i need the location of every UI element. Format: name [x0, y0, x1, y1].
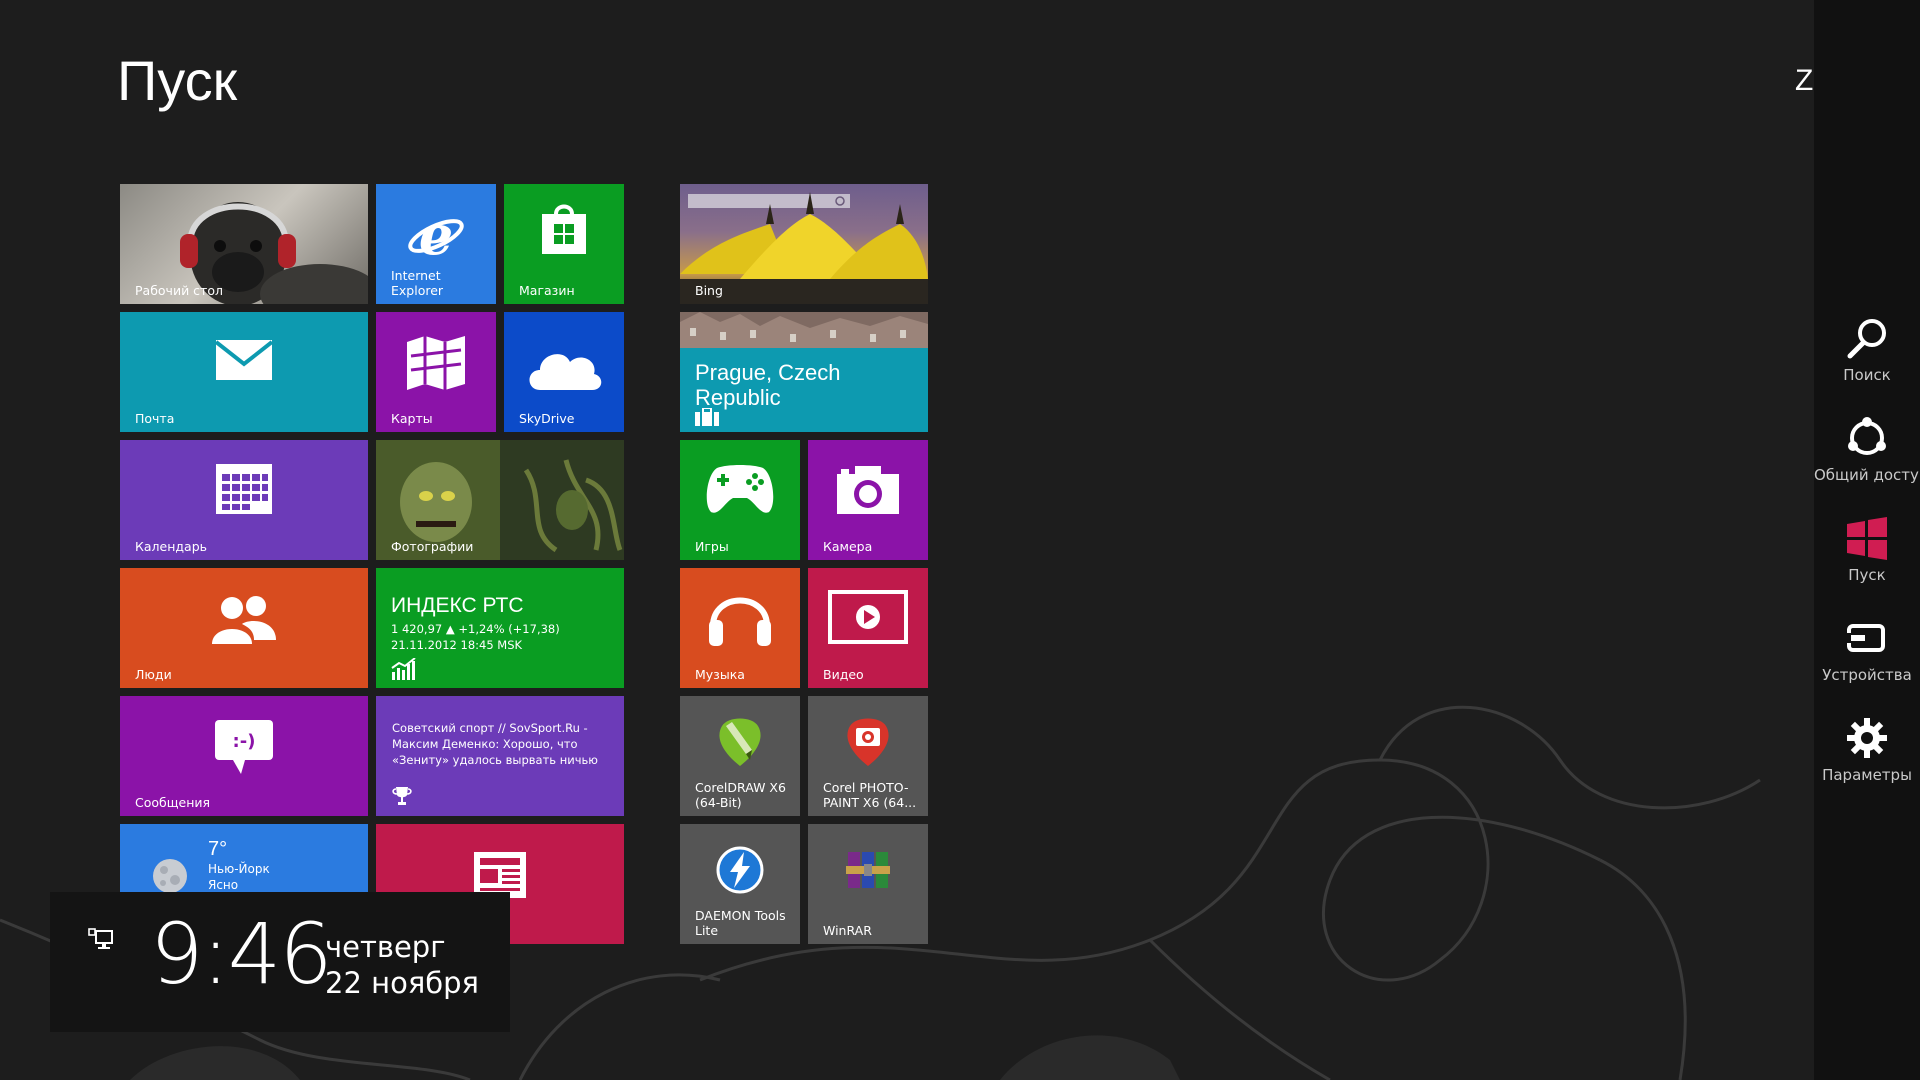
tile-label: Рабочий стол [135, 283, 223, 298]
weather-city: Нью-Йорк [208, 862, 270, 876]
cloud-icon [529, 354, 602, 390]
maps-icon [407, 336, 465, 390]
tile-label: Музыка [695, 667, 745, 682]
tile-games[interactable]: Игры [680, 440, 800, 560]
travel-destination: Prague, Czech Republic [695, 360, 841, 410]
game-controller-icon [706, 465, 774, 513]
tile-label: Internet Explorer [391, 268, 444, 298]
store-bag-icon [542, 204, 586, 254]
tile-label: Магазин [519, 283, 575, 298]
winrar-icon [846, 852, 890, 888]
svg-text::-): :-) [233, 731, 256, 752]
charm-search[interactable]: Поиск [1814, 316, 1920, 384]
share-icon [1848, 417, 1886, 455]
tile-internet-explorer[interactable]: e Internet Explorer [376, 184, 496, 304]
charm-devices[interactable]: Устройства [1814, 616, 1920, 684]
charm-settings[interactable]: Параметры [1814, 716, 1920, 784]
daemon-tools-icon [716, 846, 764, 894]
lock-clock-overlay: 9:46 четверг 22 ноября [50, 892, 510, 1032]
moon-weather-icon [153, 859, 187, 893]
weather-temperature: 7° [208, 838, 228, 860]
devices-icon [1845, 624, 1885, 652]
tile-travel[interactable]: Prague, Czech Republic [680, 312, 928, 432]
network-icon [88, 928, 113, 949]
tile-bing[interactable]: Bing [680, 184, 928, 304]
prague-rooftops-image [680, 312, 928, 348]
photopaint-icon [847, 718, 889, 766]
tile-label: SkyDrive [519, 411, 575, 426]
tile-label: DAEMON Tools Lite [695, 908, 786, 938]
tile-label: Bing [695, 283, 723, 298]
tile-label: Видео [823, 667, 864, 682]
charm-label: Устройства [1822, 666, 1912, 684]
coreldraw-icon [719, 718, 761, 766]
messaging-bubble-icon: :-) [215, 720, 273, 774]
charm-label: Общий доступ [1814, 466, 1920, 484]
tile-finance[interactable]: ИНДЕКС РТС 1 420,97 ▲ +1,24% (+17,38) 21… [376, 568, 624, 688]
finance-index-title: ИНДЕКС РТС [391, 594, 524, 617]
search-icon [1847, 319, 1886, 359]
charm-label: Поиск [1843, 366, 1891, 384]
gear-icon [1847, 718, 1887, 758]
windows-logo-icon [1847, 517, 1887, 560]
tile-corel-photopaint[interactable]: Corel PHOTO-PAINT X6 (64... [808, 696, 928, 816]
tile-photos[interactable]: Фотографии [376, 440, 624, 560]
clock-time: 9:46 [150, 905, 333, 1003]
tile-mail[interactable]: Почта [120, 312, 368, 432]
clock-date: 22 ноября [325, 966, 480, 1000]
tile-label: Фотографии [391, 539, 474, 554]
finance-chart-icon [391, 658, 416, 680]
tile-calendar[interactable]: Календарь [120, 440, 368, 560]
tile-desktop[interactable]: Рабочий стол [120, 184, 368, 304]
tile-label: Corel PHOTO-PAINT X6 (64... [823, 780, 917, 810]
tile-label: Почта [135, 411, 175, 426]
video-play-icon [828, 590, 908, 644]
tile-label: CorelDRAW X6 (64-Bit) [695, 780, 786, 810]
tile-sports[interactable]: Советский спорт // SovSport.Ru - Максим … [376, 696, 624, 816]
tile-label: Люди [135, 667, 172, 682]
tile-daemon-tools[interactable]: DAEMON Tools Lite [680, 824, 800, 944]
tile-winrar[interactable]: WinRAR [808, 824, 928, 944]
clock-day: четверг [325, 930, 446, 964]
charms-bar: Поиск Общий доступ Пуск Устройства Парам… [1814, 0, 1920, 1080]
tile-store[interactable]: Магазин [504, 184, 624, 304]
tile-coreldraw[interactable]: CorelDRAW X6 (64-Bit) [680, 696, 800, 816]
tile-label: WinRAR [823, 923, 872, 938]
trophy-icon [392, 787, 412, 805]
mail-envelope-icon [216, 340, 272, 380]
charm-share[interactable]: Общий доступ [1814, 416, 1920, 484]
tile-label: Игры [695, 539, 729, 554]
camera-icon [837, 466, 899, 514]
charm-label: Параметры [1822, 766, 1912, 784]
finance-value-line: 1 420,97 ▲ +1,24% (+17,38) [391, 622, 560, 636]
sports-headline: Советский спорт // SovSport.Ru - Максим … [392, 721, 598, 767]
tile-label: Карты [391, 411, 433, 426]
finance-date-line: 21.11.2012 18:45 MSK [391, 638, 523, 652]
tile-label: Сообщения [135, 795, 211, 810]
start-screen-title: Пуск [117, 49, 238, 112]
user-name[interactable]: Z [1795, 64, 1813, 98]
charm-start[interactable]: Пуск [1814, 516, 1920, 584]
tile-camera[interactable]: Камера [808, 440, 928, 560]
svg-text:e: e [419, 208, 453, 264]
people-icon [212, 596, 276, 644]
tile-label: Камера [823, 539, 873, 554]
weather-condition: Ясно [208, 878, 239, 892]
suitcase-icon [695, 408, 719, 426]
tile-people[interactable]: Люди [120, 568, 368, 688]
calendar-icon [216, 464, 272, 514]
tile-skydrive[interactable]: SkyDrive [504, 312, 624, 432]
charm-label: Пуск [1848, 566, 1886, 584]
tile-music[interactable]: Музыка [680, 568, 800, 688]
tile-messaging[interactable]: :-) Сообщения [120, 696, 368, 816]
tile-label: Календарь [135, 539, 207, 554]
internet-explorer-icon: e [408, 208, 464, 264]
headphones-icon [709, 597, 771, 646]
tile-maps[interactable]: Карты [376, 312, 496, 432]
tile-video[interactable]: Видео [808, 568, 928, 688]
